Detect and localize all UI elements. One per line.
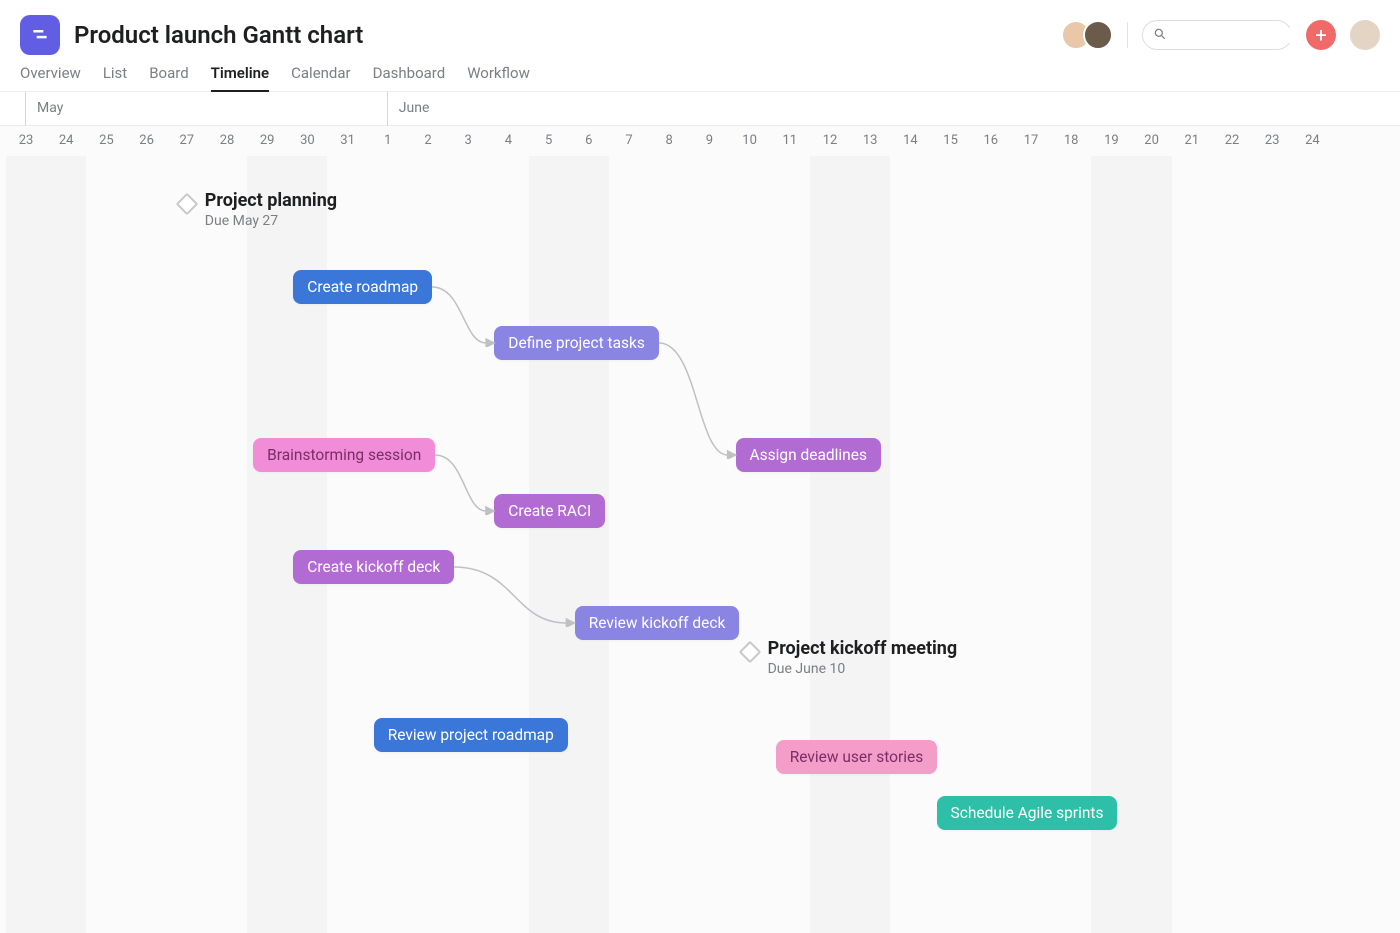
divider: [1127, 22, 1128, 48]
task-bar[interactable]: Brainstorming session: [253, 438, 435, 472]
search-icon: [1153, 26, 1167, 45]
date-cell[interactable]: 23: [1252, 133, 1292, 148]
date-cell[interactable]: 31: [328, 133, 368, 148]
date-cell[interactable]: 16: [971, 133, 1011, 148]
date-cell[interactable]: 22: [1212, 133, 1252, 148]
date-cell[interactable]: 25: [86, 133, 126, 148]
date-cell[interactable]: 21: [1172, 133, 1212, 148]
milestone-icon: [738, 641, 761, 664]
timeline[interactable]: MayJune 23242526272829303112345678910111…: [0, 92, 1400, 933]
milestone-due: Due June 10: [768, 661, 958, 677]
month-label: May: [25, 100, 63, 116]
milestone-icon: [175, 193, 198, 216]
member-avatars[interactable]: [1061, 20, 1113, 50]
date-cell[interactable]: 8: [649, 133, 689, 148]
task-bar[interactable]: Create roadmap: [293, 270, 432, 304]
date-cell[interactable]: 20: [1132, 133, 1172, 148]
date-cell[interactable]: 3: [448, 133, 488, 148]
date-cell[interactable]: 29: [247, 133, 287, 148]
date-cell[interactable]: 27: [167, 133, 207, 148]
date-cell[interactable]: 24: [46, 133, 86, 148]
date-cell[interactable]: 10: [730, 133, 770, 148]
date-cell[interactable]: 19: [1091, 133, 1131, 148]
avatar[interactable]: [1083, 20, 1113, 50]
date-cell[interactable]: 15: [931, 133, 971, 148]
date-cell[interactable]: 28: [207, 133, 247, 148]
milestone[interactable]: Project planning Due May 27: [179, 190, 337, 229]
weekend-band: [529, 156, 609, 933]
user-avatar[interactable]: [1350, 20, 1380, 50]
date-cell[interactable]: 13: [850, 133, 890, 148]
task-bar[interactable]: Create RACI: [494, 494, 605, 528]
date-cell[interactable]: 17: [1011, 133, 1051, 148]
task-bar[interactable]: Define project tasks: [494, 326, 659, 360]
task-bar[interactable]: Assign deadlines: [736, 438, 881, 472]
task-bar[interactable]: Schedule Agile sprints: [937, 796, 1118, 830]
search-input-wrap[interactable]: [1142, 20, 1292, 50]
add-button[interactable]: +: [1306, 20, 1336, 50]
tab-timeline[interactable]: Timeline: [211, 56, 269, 92]
project-title[interactable]: Product launch Gantt chart: [74, 21, 363, 49]
date-cell[interactable]: 1: [368, 133, 408, 148]
date-cell[interactable]: 4: [488, 133, 528, 148]
date-cell[interactable]: 12: [810, 133, 850, 148]
gantt-body[interactable]: Project planning Due May 27 Project kick…: [0, 156, 1400, 933]
plus-icon: +: [1315, 25, 1326, 45]
project-icon[interactable]: [20, 15, 60, 55]
tab-board[interactable]: Board: [149, 56, 188, 92]
tab-calendar[interactable]: Calendar: [291, 56, 351, 92]
date-cell[interactable]: 23: [6, 133, 46, 148]
date-cell[interactable]: 9: [689, 133, 729, 148]
milestone-title: Project planning: [205, 190, 337, 211]
date-cell[interactable]: 24: [1292, 133, 1332, 148]
task-bar[interactable]: Create kickoff deck: [293, 550, 454, 584]
date-cell[interactable]: 2: [408, 133, 448, 148]
date-cell[interactable]: 14: [890, 133, 930, 148]
header: Product launch Gantt chart +: [0, 0, 1400, 56]
month-label: June: [387, 100, 430, 116]
date-cell[interactable]: 11: [770, 133, 810, 148]
weekend-band: [810, 156, 890, 933]
tab-list[interactable]: List: [103, 56, 127, 92]
tab-overview[interactable]: Overview: [20, 56, 81, 92]
date-cell[interactable]: 18: [1051, 133, 1091, 148]
milestone[interactable]: Project kickoff meeting Due June 10: [742, 638, 958, 677]
task-bar[interactable]: Review kickoff deck: [575, 606, 740, 640]
tab-dashboard[interactable]: Dashboard: [373, 56, 446, 92]
tab-workflow[interactable]: Workflow: [467, 56, 530, 92]
date-cell[interactable]: 6: [569, 133, 609, 148]
view-tabs: Overview List Board Timeline Calendar Dashboa…: [0, 56, 1400, 92]
date-cell[interactable]: 5: [529, 133, 569, 148]
date-cell[interactable]: 26: [127, 133, 167, 148]
dependency-arrow: [655, 339, 750, 459]
weekend-band: [6, 156, 86, 933]
task-bar[interactable]: Review user stories: [776, 740, 938, 774]
milestone-title: Project kickoff meeting: [768, 638, 958, 659]
task-bar[interactable]: Review project roadmap: [374, 718, 568, 752]
date-row: 2324252627282930311234567891011121314151…: [0, 126, 1400, 156]
milestone-due: Due May 27: [205, 213, 337, 229]
month-row: May June: [0, 92, 1400, 126]
date-cell[interactable]: 30: [287, 133, 327, 148]
date-cell[interactable]: 7: [609, 133, 649, 148]
